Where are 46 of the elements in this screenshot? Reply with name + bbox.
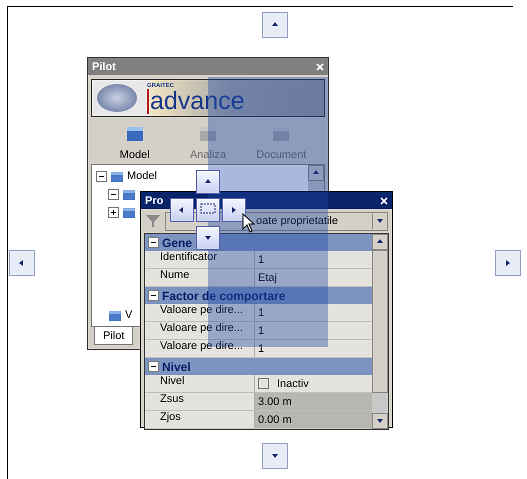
tree-item[interactable]: Model [127,170,157,182]
building-icon [108,308,122,322]
expand-icon[interactable] [108,206,119,218]
building-icon [110,169,124,183]
collapse-icon[interactable] [96,170,107,182]
group-title: Nivel [162,360,191,374]
close-icon[interactable] [380,196,388,204]
property-value[interactable]: Etaj [255,269,372,286]
cursor-icon [242,213,256,233]
scrollbar[interactable] [372,234,388,429]
property-name: Nume [145,269,255,286]
logo-text: advance [147,88,245,114]
window-title: Pro [145,194,164,206]
property-value[interactable]: 1 [255,251,372,268]
property-name: Valoare pe dire... [145,322,255,339]
tree-item[interactable]: V [125,309,132,321]
property-value[interactable]: 1 [255,340,372,357]
property-name: Valoare pe dire... [145,304,255,321]
dock-bottom-guide[interactable] [196,226,220,250]
collapse-icon[interactable] [108,188,119,200]
dock-top-guide[interactable] [196,170,220,194]
property-name: Nivel [145,375,255,392]
logo-icon [97,84,137,112]
property-value[interactable]: Inactiv [255,375,372,392]
building-icon [122,187,136,201]
property-value[interactable]: 1 [255,304,372,321]
building-icon [122,205,136,219]
dock-right-guide[interactable] [222,198,246,222]
property-value: 3.00 m [255,393,372,410]
checkbox[interactable] [258,378,269,389]
collapse-icon[interactable] [148,361,159,372]
property-value[interactable]: 1 [255,322,372,339]
tab[interactable]: Pilot [94,327,134,345]
collapse-icon[interactable] [148,237,159,248]
dock-left-guide[interactable] [170,198,194,222]
group-title: Factor de comportare [162,288,286,302]
property-name: Valoare pe dire... [145,340,255,357]
group-header[interactable]: Gene [145,234,372,251]
tool-button[interactable]: Model [106,123,163,161]
property-value: 0.00 m [255,411,372,428]
collapse-icon[interactable] [148,290,159,301]
property-name: Identificator [145,251,255,268]
window-title: Pilot [92,60,116,72]
dock-center-guide[interactable] [196,198,220,222]
group-title: Gene [162,236,192,250]
group-header[interactable]: Nivel [145,358,372,375]
